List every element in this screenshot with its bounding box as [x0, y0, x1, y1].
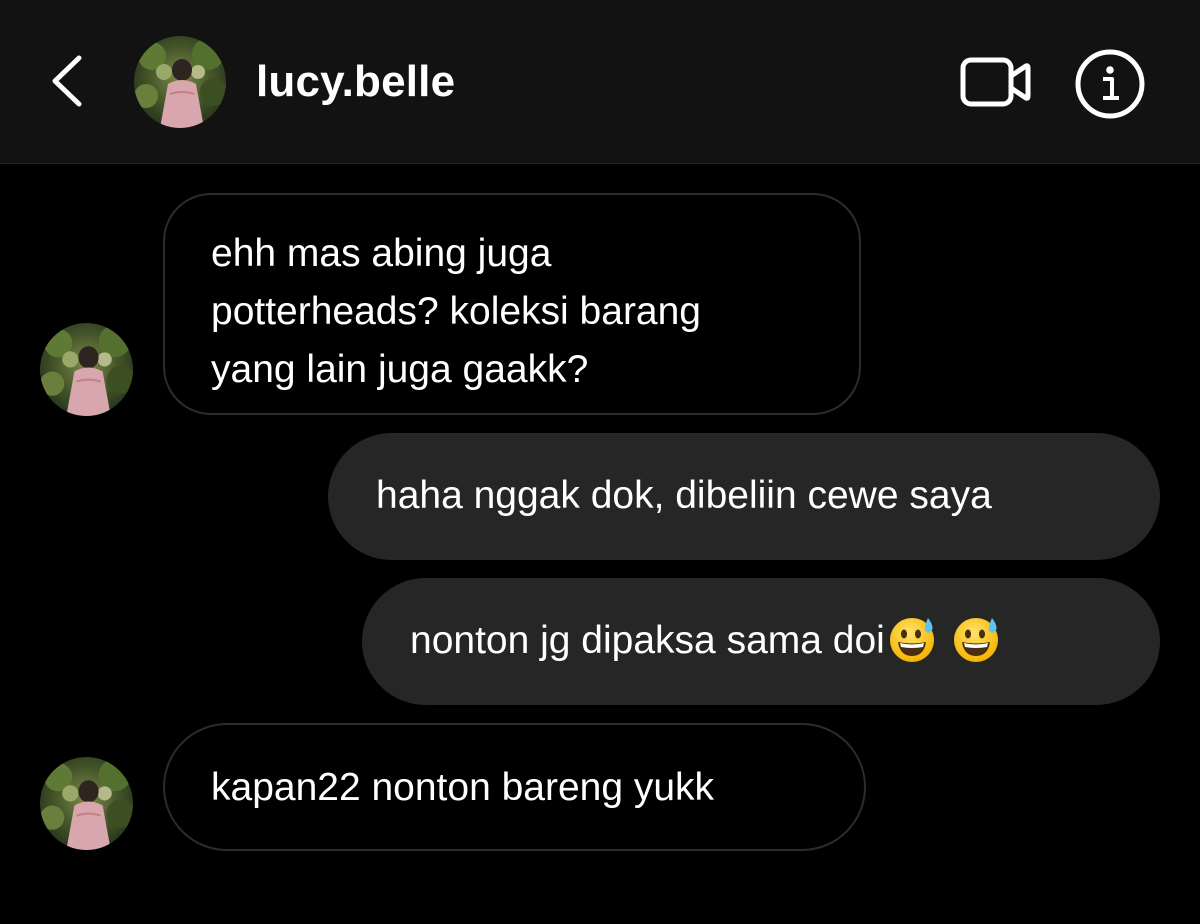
- info-icon: [1075, 49, 1145, 119]
- message-line: potterheads? koleksi barang: [211, 290, 701, 333]
- incoming-message[interactable]: ehh mas abing juga potterheads? koleksi …: [163, 193, 861, 415]
- sender-avatar[interactable]: [40, 757, 133, 850]
- message-text: haha nggak dok, dibeliin cewe saya: [376, 474, 992, 517]
- video-call-button[interactable]: [954, 46, 1038, 118]
- message-line: yang lain juga gaakk?: [211, 348, 589, 391]
- info-button[interactable]: [1072, 46, 1148, 122]
- avatar-photo: [134, 36, 226, 128]
- outgoing-message[interactable]: haha nggak dok, dibeliin cewe saya: [328, 433, 1160, 560]
- video-camera-icon: [960, 57, 1031, 107]
- sender-avatar[interactable]: [40, 323, 133, 416]
- chat-header: lucy.belle: [0, 0, 1200, 164]
- outgoing-message[interactable]: nonton jg dipaksa sama doi: [362, 578, 1160, 705]
- message-line: ehh mas abing juga: [211, 232, 552, 275]
- back-button[interactable]: [38, 48, 94, 114]
- message-text: kapan22 nonton bareng yukk: [211, 766, 715, 809]
- grinning-sweat-emoji-icon: [953, 617, 998, 662]
- message-text: nonton jg dipaksa sama doi: [410, 619, 885, 662]
- grinning-sweat-emoji-icon: [889, 617, 934, 662]
- avatar-photo: [40, 323, 133, 416]
- incoming-message[interactable]: kapan22 nonton bareng yukk: [163, 723, 866, 851]
- avatar-photo: [40, 757, 133, 850]
- chat-username[interactable]: lucy.belle: [256, 52, 455, 112]
- chevron-left-icon: [52, 55, 82, 107]
- avatar[interactable]: [134, 36, 226, 128]
